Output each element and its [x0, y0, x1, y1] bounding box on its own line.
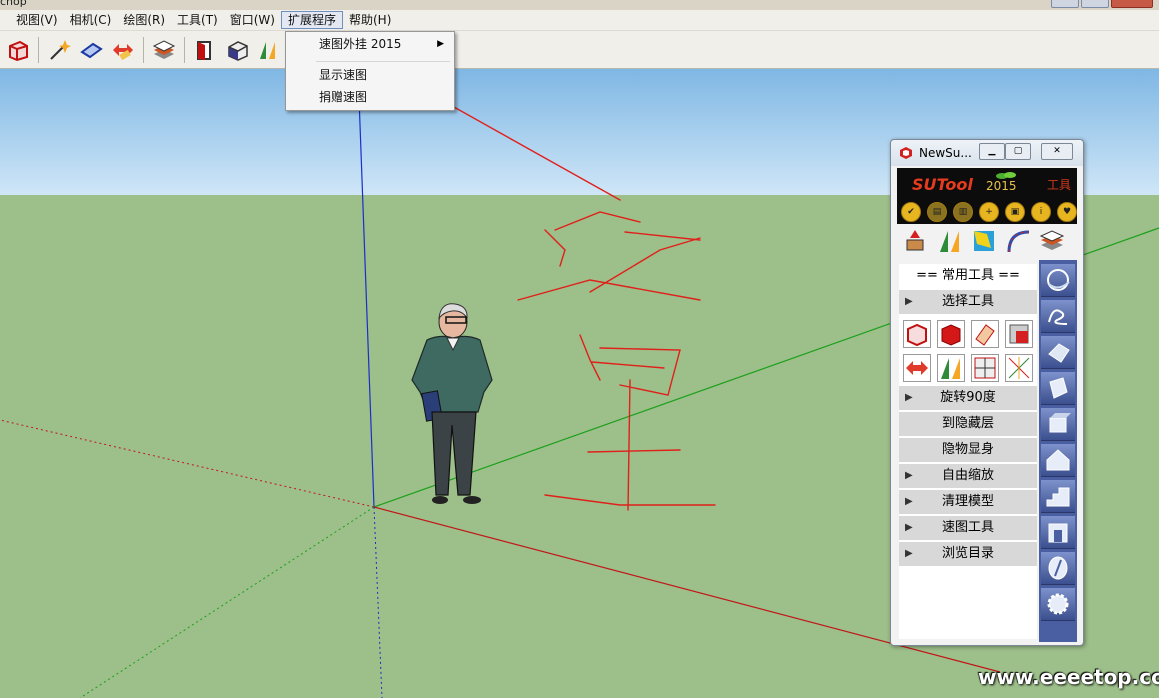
panel-title-bar[interactable]: NewSu... ▁ ▢ ✕	[891, 140, 1083, 166]
box-tool-icon[interactable]	[1041, 408, 1075, 441]
section-unhide-objects[interactable]: 隐物显身	[899, 438, 1037, 462]
select-cube-solid-icon[interactable]	[937, 320, 965, 348]
mirror-select-icon[interactable]	[937, 354, 965, 382]
menu-camera[interactable]: 相机(C)	[64, 11, 118, 29]
clipboard-icon[interactable]: ▤	[927, 202, 947, 222]
add-icon[interactable]: +	[979, 202, 999, 222]
sketchup-logo-icon	[900, 147, 912, 159]
menu-bar: 视图(V) 相机(C) 绘图(R) 工具(T) 窗口(W) 扩展程序 帮助(H)	[0, 10, 1159, 31]
section-free-scale[interactable]: ▶ 自由缩放	[899, 464, 1037, 488]
push-pull-icon[interactable]	[903, 228, 929, 254]
common-tools-header: == 常用工具 ==	[916, 268, 1020, 283]
expand-arrow-icon: ▶	[905, 548, 913, 559]
solid-tool-icon[interactable]	[1041, 372, 1075, 405]
menu-draw[interactable]: 绘图(R)	[117, 11, 171, 29]
select-edge-icon[interactable]	[971, 320, 999, 348]
save-icon[interactable]: ▣	[1005, 202, 1025, 222]
panel-minimize-button[interactable]: ▁	[979, 143, 1005, 160]
sutool-year: 2015	[986, 179, 1017, 193]
sutool-logo: SUTool	[912, 175, 973, 194]
maximize-button[interactable]	[1081, 0, 1109, 8]
dropdown-item-show-sutool[interactable]: 显示速图	[286, 65, 454, 85]
gear-tool-icon[interactable]	[1041, 588, 1075, 621]
dropdown-separator	[316, 61, 450, 62]
heart-icon[interactable]: ♥	[1057, 202, 1077, 222]
sutool-panel: NewSu... ▁ ▢ ✕ SUTool 2015 工具 ✔ ▤ ▥ + ▣ …	[890, 139, 1084, 646]
select-cube-outline-icon[interactable]	[903, 320, 931, 348]
trash-icon[interactable]: ▥	[953, 202, 973, 222]
side-tool-strip	[1039, 260, 1077, 642]
section-browse-directory[interactable]: ▶ 浏览目录	[899, 542, 1037, 566]
close-button[interactable]	[1111, 0, 1153, 8]
section-to-hidden-layer[interactable]: 到隐藏层	[899, 412, 1037, 436]
window-title: chop	[0, 0, 27, 8]
flip-face-icon[interactable]	[971, 228, 997, 254]
menu-view[interactable]: 视图(V)	[10, 11, 64, 29]
face-plane-icon[interactable]	[77, 36, 105, 64]
submenu-arrow-icon: ▶	[437, 39, 444, 49]
quick-action-row: ✔ ▤ ▥ + ▣ i ♥	[897, 198, 1077, 224]
check-icon[interactable]: ✔	[901, 202, 921, 222]
house-tool-icon[interactable]	[1041, 444, 1075, 477]
component-cube-icon[interactable]	[4, 36, 32, 64]
tool-list: == 常用工具 == ▶ 选择工具 ▶ 旋转90度 到隐藏层 隐物显身 ▶ 自由…	[899, 264, 1037, 639]
watermark: www.eeeetop.com	[978, 665, 1159, 689]
expand-arrow-icon: ▶	[905, 496, 913, 507]
orbit-tool-icon[interactable]	[1041, 264, 1075, 297]
menu-window[interactable]: 窗口(W)	[224, 11, 281, 29]
tool-label: 工具	[1046, 178, 1071, 192]
arc-icon[interactable]	[1005, 228, 1031, 254]
main-toolbar	[0, 31, 1159, 69]
section-sutool-tools[interactable]: ▶ 速图工具	[899, 516, 1037, 540]
menu-tools[interactable]: 工具(T)	[171, 11, 224, 29]
explode-tool-icon[interactable]	[903, 354, 931, 382]
stairs-tool-icon[interactable]	[1041, 480, 1075, 513]
shape-tool-icon[interactable]	[1041, 336, 1075, 369]
door-icon[interactable]	[191, 36, 219, 64]
mirror-icon[interactable]	[255, 36, 283, 64]
panel-toolbar-row	[897, 226, 1077, 258]
magic-wand-icon[interactable]	[45, 36, 73, 64]
wall-tool-icon[interactable]	[1041, 516, 1075, 549]
select-group-icon[interactable]	[1005, 320, 1033, 348]
menu-extensions[interactable]: 扩展程序	[280, 11, 343, 29]
minimize-button[interactable]	[1051, 0, 1079, 8]
info-icon[interactable]: i	[1031, 202, 1051, 222]
dropdown-item-donate[interactable]: 捐赠速图	[286, 87, 454, 107]
panel-title: NewSu...	[919, 146, 972, 160]
expand-arrow-icon: ▶	[905, 522, 913, 533]
expand-arrow-icon: ▶	[905, 392, 913, 403]
explode-icon[interactable]	[109, 36, 137, 64]
menu-help[interactable]: 帮助(H)	[343, 11, 397, 29]
dropdown-item-sutool-2015[interactable]: 速图外挂 2015 ▶	[286, 34, 454, 54]
panel-restore-button[interactable]: ▢	[1005, 143, 1031, 160]
sutool-banner: SUTool 2015 工具	[897, 168, 1077, 198]
star-select-icon[interactable]	[1005, 354, 1033, 382]
panel-close-button[interactable]: ✕	[1041, 143, 1073, 160]
box-rotate-icon[interactable]	[223, 36, 251, 64]
layers-tool-icon[interactable]	[1039, 228, 1065, 254]
layers-icon[interactable]	[150, 36, 178, 64]
expand-arrow-icon: ▶	[905, 296, 913, 307]
freehand-tool-icon[interactable]	[1041, 300, 1075, 333]
section-rotate-90[interactable]: ▶ 旋转90度	[899, 386, 1037, 410]
expand-arrow-icon: ▶	[905, 470, 913, 481]
extensions-dropdown: 速图外挂 2015 ▶ 显示速图 捐赠速图	[285, 31, 455, 111]
window-title-bar: chop	[0, 0, 1159, 10]
section-clean-model[interactable]: ▶ 清理模型	[899, 490, 1037, 514]
mirror-tool-icon[interactable]	[937, 228, 963, 254]
grid-select-icon[interactable]	[971, 354, 999, 382]
section-select-tools[interactable]: ▶ 选择工具	[899, 290, 1037, 314]
cylinder-tool-icon[interactable]	[1041, 552, 1075, 585]
